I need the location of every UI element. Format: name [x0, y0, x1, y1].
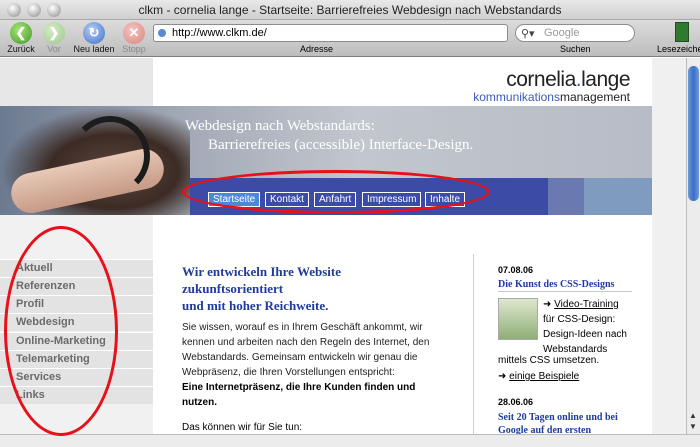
- arrow-icon: ➜: [498, 371, 510, 382]
- scrollbar-thumb[interactable]: [688, 66, 699, 201]
- main-headline: Wir entwickeln Ihre Website zukunftsorie…: [182, 264, 342, 313]
- secure-dot-icon: [158, 29, 166, 37]
- back-label: Zurück: [7, 44, 35, 54]
- arrow-icon: ➜: [543, 299, 555, 310]
- video-training-thumbnail[interactable]: [498, 298, 538, 340]
- reload-icon: ↻: [83, 22, 105, 44]
- video-training-link[interactable]: Video-Training: [554, 299, 618, 310]
- horizontal-scrollbar[interactable]: [0, 434, 700, 447]
- search-icon: ⚲▾: [521, 28, 535, 40]
- minimize-window-icon[interactable]: [27, 3, 41, 17]
- logo-name: cornelia.lange: [506, 68, 630, 91]
- news-rule: [498, 291, 632, 292]
- logo-subtitle: kommunikationsmanagement: [473, 90, 630, 104]
- browser-toolbar: ❮ Zurück ❯ Vor ↻ Neu laden ✕ Stopp http:…: [0, 20, 700, 57]
- header-left-panel: [0, 58, 153, 108]
- stop-button[interactable]: ✕ Stopp: [120, 22, 148, 54]
- news-title: Die Kunst des CSS-Designs: [498, 279, 615, 290]
- column-divider: [473, 254, 474, 434]
- stop-label: Stopp: [122, 44, 146, 54]
- examples-link-row: ➜ einige Beispiele: [498, 371, 579, 382]
- reload-label: Neu laden: [73, 44, 115, 54]
- banner-subheadline: Barrierefreies (accessible) Interface-De…: [208, 137, 474, 153]
- news-title: Seit 20 Tagen online und bei Google auf …: [498, 412, 618, 434]
- nav-bar-accent-light: [584, 178, 652, 215]
- main-bold-claim: Eine Internetpräsenz, die Ihre Kunden fi…: [182, 382, 416, 408]
- news-text-continued: mittels CSS umsetzen.: [498, 355, 600, 366]
- bookmarks-button[interactable]: Lesezeichen: [657, 22, 700, 54]
- scroll-down-icon[interactable]: ▼: [689, 422, 697, 431]
- banner-cable-shape: [70, 116, 150, 196]
- forward-button[interactable]: ❯ Vor: [42, 22, 66, 54]
- nav-bar-accent: [548, 178, 584, 215]
- forward-label: Vor: [47, 44, 61, 54]
- main-intro-text: Sie wissen, worauf es in Ihrem Geschäft …: [182, 322, 430, 378]
- sidebar-highlight-ellipse: [4, 226, 118, 436]
- news-text: ➜ Video-Training für CSS-Design: Design-…: [543, 299, 627, 355]
- bookmarks-icon: [675, 22, 690, 42]
- vertical-scrollbar[interactable]: ▲ ▼: [686, 58, 700, 434]
- window-title: clkm - cornelia lange - Startseite: Barr…: [138, 3, 562, 17]
- back-icon: ❮: [10, 22, 32, 44]
- news-date: 07.08.06: [498, 265, 534, 275]
- bookmarks-label: Lesezeichen: [657, 44, 700, 54]
- stop-icon: ✕: [123, 22, 145, 44]
- back-button[interactable]: ❮ Zurück: [6, 22, 36, 54]
- window-titlebar: clkm - cornelia lange - Startseite: Barr…: [0, 0, 700, 20]
- address-value: http://www.clkm.de/: [172, 27, 267, 39]
- close-window-icon[interactable]: [7, 3, 21, 17]
- search-input[interactable]: ⚲▾ Google: [515, 24, 635, 42]
- examples-link[interactable]: einige Beispiele: [509, 371, 579, 382]
- forward-icon: ❯: [43, 22, 65, 44]
- main-services-intro: Das können wir für Sie tun:: [182, 422, 303, 433]
- scroll-up-icon[interactable]: ▲: [689, 411, 697, 420]
- site-logo[interactable]: cornelia.lange kommunikationsmanagement: [460, 68, 630, 104]
- address-label: Adresse: [300, 44, 334, 54]
- search-label: Suchen: [560, 44, 591, 54]
- zoom-window-icon[interactable]: [47, 3, 61, 17]
- address-field[interactable]: http://www.clkm.de/: [153, 24, 508, 42]
- nav-highlight-ellipse: [182, 170, 490, 214]
- page-right-margin: [652, 58, 686, 434]
- banner-headline: Webdesign nach Webstandards:: [185, 118, 375, 134]
- reload-button[interactable]: ↻ Neu laden: [72, 22, 116, 54]
- search-placeholder: Google: [544, 27, 580, 39]
- news-date: 28.06.06: [498, 397, 534, 407]
